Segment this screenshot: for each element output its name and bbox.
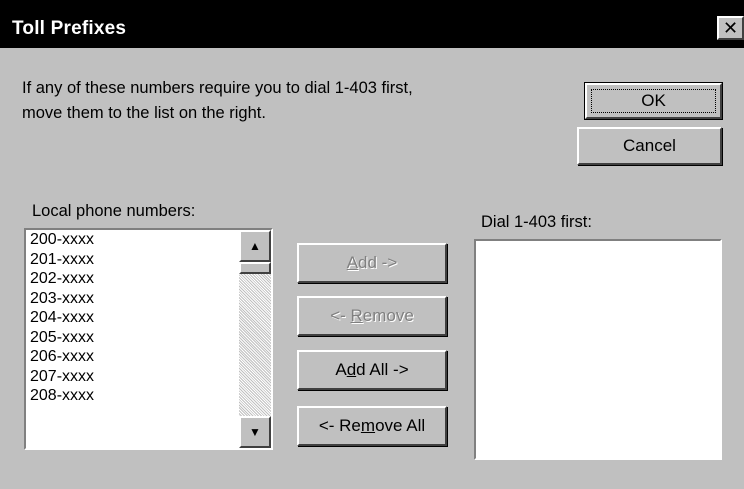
add-button-label: Add -> <box>346 253 398 272</box>
instruction-line-2: move them to the list on the right. <box>22 104 266 122</box>
list-item[interactable]: 204-xxxx <box>26 308 271 328</box>
title-bar: Toll Prefixes ✕ <box>0 0 744 48</box>
remove-all-button[interactable]: <- Remove All <box>297 406 447 446</box>
add-all-button-label: Add All -> <box>335 360 409 379</box>
local-list-label: Local phone numbers: <box>32 202 196 220</box>
scroll-down-arrow-icon: ▼ <box>249 425 261 439</box>
add-all-button[interactable]: Add All -> <box>297 350 447 390</box>
scroll-thumb[interactable] <box>239 262 271 274</box>
dial-list-label: Dial 1-403 first: <box>481 213 592 231</box>
add-button[interactable]: Add -> <box>297 243 447 283</box>
focus-rectangle <box>591 89 716 113</box>
scroll-up-arrow-icon: ▲ <box>249 239 261 253</box>
window-title: Toll Prefixes <box>12 18 127 39</box>
dial-first-listbox[interactable] <box>474 239 722 460</box>
close-button[interactable]: ✕ <box>717 16 744 40</box>
local-numbers-items: 200-xxxx 201-xxxx 202-xxxx 203-xxxx 204-xxxx… <box>26 230 271 406</box>
ok-button[interactable]: OK <box>584 82 723 120</box>
local-list-scrollbar[interactable]: ▲ ▼ <box>239 230 271 448</box>
list-item[interactable]: 206-xxxx <box>26 347 271 367</box>
list-item[interactable]: 201-xxxx <box>26 250 271 270</box>
remove-button-label: <- Remove <box>330 306 414 325</box>
cancel-button[interactable]: Cancel <box>577 127 722 165</box>
scroll-down-button[interactable]: ▼ <box>239 416 271 448</box>
list-item[interactable]: 202-xxxx <box>26 269 271 289</box>
close-icon: ✕ <box>722 18 739 38</box>
list-item[interactable]: 200-xxxx <box>26 230 271 250</box>
instruction-line-1: If any of these numbers require you to d… <box>22 79 413 97</box>
remove-all-button-label: <- Remove All <box>318 416 426 435</box>
list-item[interactable]: 208-xxxx <box>26 386 271 406</box>
list-item[interactable]: 207-xxxx <box>26 367 271 387</box>
local-numbers-listbox[interactable]: 200-xxxx 201-xxxx 202-xxxx 203-xxxx 204-xxxx… <box>24 228 273 450</box>
list-item[interactable]: 203-xxxx <box>26 289 271 309</box>
remove-button[interactable]: <- Remove <box>297 296 447 336</box>
cancel-button-label: Cancel <box>623 136 676 155</box>
list-item[interactable]: 205-xxxx <box>26 328 271 348</box>
scroll-up-button[interactable]: ▲ <box>239 230 271 262</box>
instruction-text: If any of these numbers require you to d… <box>22 76 542 126</box>
